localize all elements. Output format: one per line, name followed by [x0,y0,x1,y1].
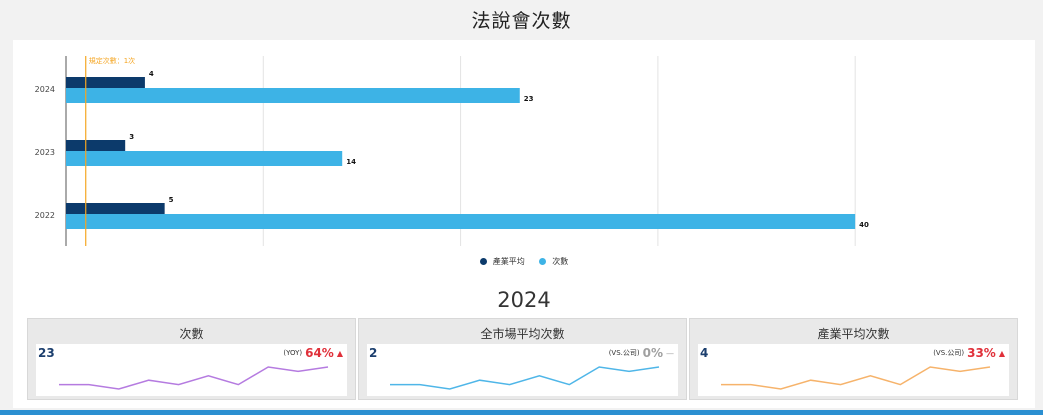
kpi-card-market-average: 全市場平均次數 2 (VS.公司) 0% — [358,318,687,400]
bar-count [66,151,343,166]
bar-count [66,88,520,103]
bar-chart-panel: 2024 4 23 2023 3 14 2022 5 40 規定次數：1次 產業平均 次數 [13,40,1035,272]
kpi-comparison: (VS.公司) 33% ▲ [933,346,1005,360]
kpi-title: 全市場平均次數 [480,327,565,341]
trend-flat-icon: — [666,348,674,358]
legend-item-count[interactable]: 次數 [539,256,568,267]
bar-industry-average [66,77,145,88]
data-label: 14 [346,158,356,166]
kpi-compare-label: (YOY) [283,349,303,357]
sparkline-path [59,366,329,390]
kpi-card-industry-average: 產業平均次數 4 (VS.公司) 33% ▲ [689,318,1018,400]
category-label: 2022 [35,211,55,220]
chart-legend: 產業平均 次數 [13,256,1035,267]
kpi-comparison: (YOY) 64% ▲ [283,346,343,360]
kpi-percent: 0% [642,346,663,360]
summary-year: 2024 [497,288,551,312]
legend-dot-industry-average [479,258,487,265]
kpi-percent: 64% [305,346,334,360]
legend-item-industry-average[interactable]: 產業平均 [479,256,525,267]
kpi-body: 4 (VS.公司) 33% ▲ [698,344,1009,396]
summary-section: 2024 次數 23 (YOY) 64% ▲ 全市場平均次數 2 (VS.公司)… [13,272,1035,408]
data-label: 3 [129,133,134,141]
category-label: 2024 [35,85,55,94]
kpi-compare-label: (VS.公司) [608,349,640,357]
bar-industry-average [66,203,165,214]
bottom-accent-bar [0,410,1043,415]
data-label: 4 [149,70,154,78]
data-label: 5 [169,196,174,204]
sparkline [59,366,329,390]
category-label: 2023 [35,148,55,157]
kpi-title: 產業平均次數 [817,327,890,341]
reference-line-label: 規定次數：1次 [89,56,135,65]
kpi-title: 次數 [179,327,204,341]
kpi-value: 4 [700,346,709,360]
kpi-card-count: 次數 23 (YOY) 64% ▲ [27,318,356,400]
kpi-body: 2 (VS.公司) 0% — [367,344,678,396]
bar-chart: 2024 4 23 2023 3 14 2022 5 40 規定次數：1次 [35,56,869,246]
trend-up-icon: ▲ [336,348,343,358]
kpi-body: 23 (YOY) 64% ▲ [36,344,347,396]
sparkline-path [721,366,991,390]
kpi-percent: 33% [967,346,996,360]
data-label: 23 [524,95,534,103]
trend-up-icon: ▲ [998,348,1005,358]
kpi-value: 23 [38,346,55,360]
bar-industry-average [66,140,126,151]
page-title: 法說會次數 [471,10,572,32]
legend-label-industry-average: 產業平均 [492,257,525,266]
sparkline [390,366,660,390]
legend-dot-count [539,258,547,265]
bar-count [66,214,856,229]
data-label: 40 [859,221,869,229]
kpi-compare-label: (VS.公司) [933,349,965,357]
kpi-value: 2 [369,346,378,360]
sparkline-path [390,366,660,390]
kpi-comparison: (VS.公司) 0% — [609,346,674,360]
sparkline [721,366,991,390]
legend-label-count: 次數 [552,257,569,266]
